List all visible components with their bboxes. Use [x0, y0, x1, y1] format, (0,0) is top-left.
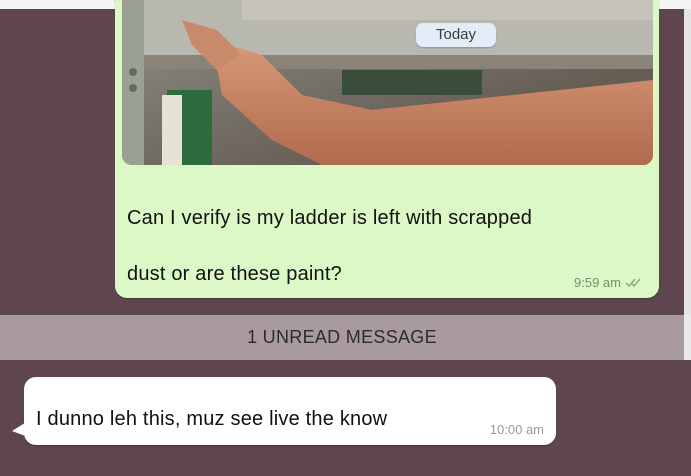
unread-divider: 1 UNREAD MESSAGE	[0, 315, 691, 360]
outgoing-message-text: Can I verify is my ladder is left with s…	[127, 207, 533, 285]
incoming-message-text: I dunno leh this, muz see live the know	[36, 408, 388, 430]
double-check-icon	[625, 278, 641, 288]
date-pill: Today	[416, 23, 496, 47]
scroll-edge	[684, 9, 691, 329]
outgoing-message-bubble[interactable]: Today Can I verify is my ladder is left …	[115, 0, 659, 298]
photo-attachment[interactable]	[122, 0, 653, 165]
outgoing-message-time: 9:59 am	[574, 275, 621, 290]
incoming-message-bubble[interactable]: I dunno leh this, muz see live the know …	[24, 377, 556, 445]
unread-divider-label: 1 UNREAD MESSAGE	[247, 327, 437, 347]
incoming-message-time: 10:00 am	[489, 422, 544, 437]
outgoing-message-meta: 9:59 am	[574, 275, 643, 290]
scroll-edge-lower	[684, 315, 691, 360]
